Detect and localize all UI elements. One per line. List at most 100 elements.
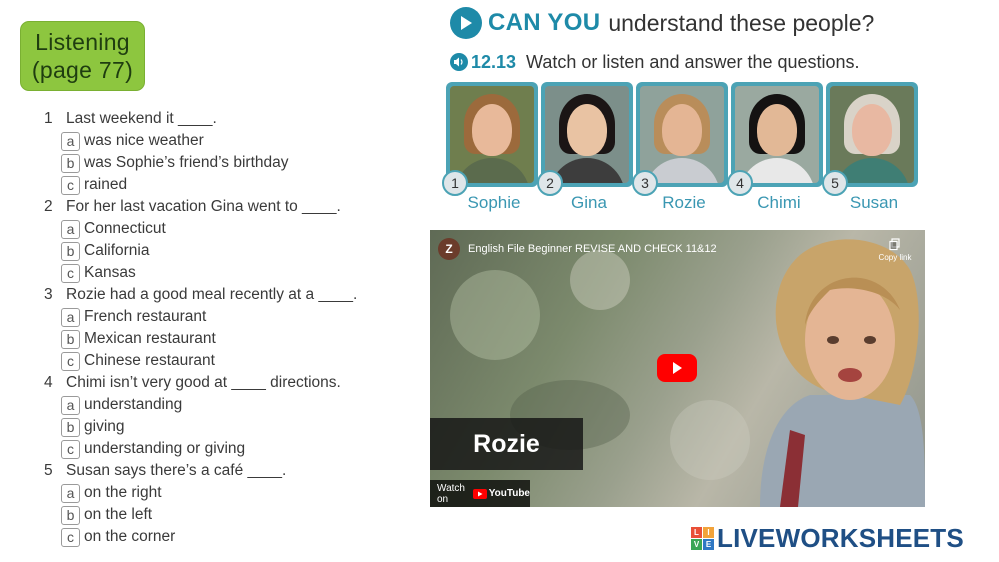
option-letter-box[interactable]: a — [61, 219, 80, 239]
person-number: 2 — [537, 170, 563, 196]
answer-option[interactable]: c on the corner — [44, 526, 424, 548]
question-text: Rozie had a good meal recently at a ____… — [66, 286, 358, 303]
option-letter-box[interactable]: c — [61, 175, 80, 195]
answer-option[interactable]: b on the left — [44, 504, 424, 526]
question-number: 5 — [44, 462, 53, 479]
person-photo: 2 — [537, 82, 633, 196]
question-text: Susan says there’s a café ____. — [66, 462, 287, 479]
youtube-play-mini-icon — [472, 488, 487, 499]
option-text[interactable]: on the left — [84, 506, 152, 524]
instruction: 12.13 Watch or listen and answer the que… — [450, 50, 860, 74]
person-name: Sophie — [467, 193, 521, 212]
person-name: Susan — [849, 193, 899, 212]
grid-letter: E — [703, 538, 714, 550]
option-letter-box[interactable]: b — [61, 417, 80, 437]
question-number: 3 — [44, 286, 53, 303]
option-text[interactable]: Kansas — [84, 264, 136, 282]
question-2: 2 For her last vacation Gina went to ____… — [44, 196, 424, 218]
video-title-bar[interactable]: Z English File Beginner REVISE AND CHECK… — [438, 238, 717, 260]
youtube-play-button[interactable] — [657, 354, 697, 382]
person-card: 3 Rozie — [632, 82, 728, 213]
copy-link-button[interactable]: Copy link — [875, 238, 915, 262]
person-card: 5 Susan — [822, 82, 918, 213]
option-letter-box[interactable]: a — [61, 307, 80, 327]
answer-option[interactable]: b California — [44, 240, 424, 262]
option-text[interactable]: Chinese restaurant — [84, 352, 215, 370]
quiz: 1 Last weekend it ____. a was nice weather b… — [44, 108, 424, 548]
grid-letter: L — [691, 526, 702, 538]
youtube-logo: YouTube — [472, 488, 530, 499]
option-letter-box[interactable]: a — [61, 131, 80, 151]
option-text[interactable]: Connecticut — [84, 220, 166, 238]
people-strip: 1 Sophie 2 Gina 3 Rozie 4 Chimi 5 Susan — [442, 82, 924, 214]
answer-option[interactable]: c understanding or giving — [44, 438, 424, 460]
grid-letter: I — [703, 526, 714, 538]
video-player[interactable]: Z English File Beginner REVISE AND CHECK… — [430, 230, 925, 507]
channel-avatar[interactable]: Z — [438, 238, 460, 260]
watch-on-label: Watch on — [437, 482, 465, 505]
track-number: 12.13 — [471, 51, 517, 72]
option-letter-box[interactable]: c — [61, 439, 80, 459]
question-text: Chimi isn’t very good at ____ directions… — [66, 374, 341, 391]
grid-letter: V — [691, 538, 702, 550]
question-number: 2 — [44, 198, 53, 215]
liveworksheets-logo[interactable]: LIVE LIVEWORKSHEETS — [691, 523, 964, 553]
person-number: 1 — [442, 170, 468, 196]
person-name: Rozie — [662, 193, 706, 212]
option-text[interactable]: was Sophie’s friend’s birthday — [84, 154, 289, 172]
option-text[interactable]: was nice weather — [84, 132, 204, 150]
option-letter-box[interactable]: b — [61, 153, 80, 173]
answer-option[interactable]: b Mexican restaurant — [44, 328, 424, 350]
answer-option[interactable]: a understanding — [44, 394, 424, 416]
option-letter-box[interactable]: a — [61, 483, 80, 503]
audio-icon — [450, 53, 468, 71]
person-name: Chimi — [757, 193, 801, 212]
person-number: 5 — [822, 170, 848, 196]
option-letter-box[interactable]: b — [61, 505, 80, 525]
video-title[interactable]: English File Beginner REVISE AND CHECK 1… — [468, 243, 717, 255]
question-1: 1 Last weekend it ____. — [44, 108, 424, 130]
answer-option[interactable]: c Chinese restaurant — [44, 350, 424, 372]
answer-option[interactable]: a Connecticut — [44, 218, 424, 240]
option-text[interactable]: California — [84, 242, 149, 260]
answer-option[interactable]: b was Sophie’s friend’s birthday — [44, 152, 424, 174]
copy-icon — [889, 238, 900, 251]
option-text[interactable]: French restaurant — [84, 308, 206, 326]
question-4: 4 Chimi isn’t very good at ____ direction… — [44, 372, 424, 394]
option-text[interactable]: understanding or giving — [84, 440, 245, 458]
person-photo: 5 — [822, 82, 918, 196]
person-photo: 3 — [632, 82, 728, 196]
option-text[interactable]: rained — [84, 176, 127, 194]
listening-badge: Listening (page 77) — [20, 21, 145, 91]
answer-option[interactable]: a French restaurant — [44, 306, 424, 328]
badge-title: Listening — [35, 29, 130, 55]
option-letter-box[interactable]: c — [61, 263, 80, 283]
badge-page: (page 77) — [31, 57, 134, 83]
option-letter-box[interactable]: c — [61, 527, 80, 547]
option-text[interactable]: giving — [84, 418, 125, 436]
person-photo: 1 — [442, 82, 538, 196]
option-letter-box[interactable]: c — [61, 351, 80, 371]
person-card: 1 Sophie — [442, 82, 538, 213]
option-text[interactable]: on the corner — [84, 528, 175, 546]
option-text[interactable]: Mexican restaurant — [84, 330, 216, 348]
answer-option[interactable]: c rained — [44, 174, 424, 196]
answer-option[interactable]: c Kansas — [44, 262, 424, 284]
speaker-name-caption: Rozie — [430, 418, 583, 470]
heading-can-you: CAN YOU — [488, 9, 601, 36]
option-letter-box[interactable]: b — [61, 329, 80, 349]
answer-option[interactable]: b giving — [44, 416, 424, 438]
question-text: For her last vacation Gina went to ____. — [66, 198, 341, 215]
person-name: Gina — [571, 193, 607, 212]
person-photo: 4 — [727, 82, 823, 196]
question-number: 4 — [44, 374, 53, 391]
watch-on-youtube-button[interactable]: Watch on YouTube — [430, 480, 530, 507]
person-number: 4 — [727, 170, 753, 196]
option-letter-box[interactable]: a — [61, 395, 80, 415]
option-letter-box[interactable]: b — [61, 241, 80, 261]
answer-option[interactable]: a on the right — [44, 482, 424, 504]
option-text[interactable]: understanding — [84, 396, 182, 414]
option-text[interactable]: on the right — [84, 484, 162, 502]
answer-option[interactable]: a was nice weather — [44, 130, 424, 152]
heading-rest: understand these people? — [608, 9, 875, 36]
